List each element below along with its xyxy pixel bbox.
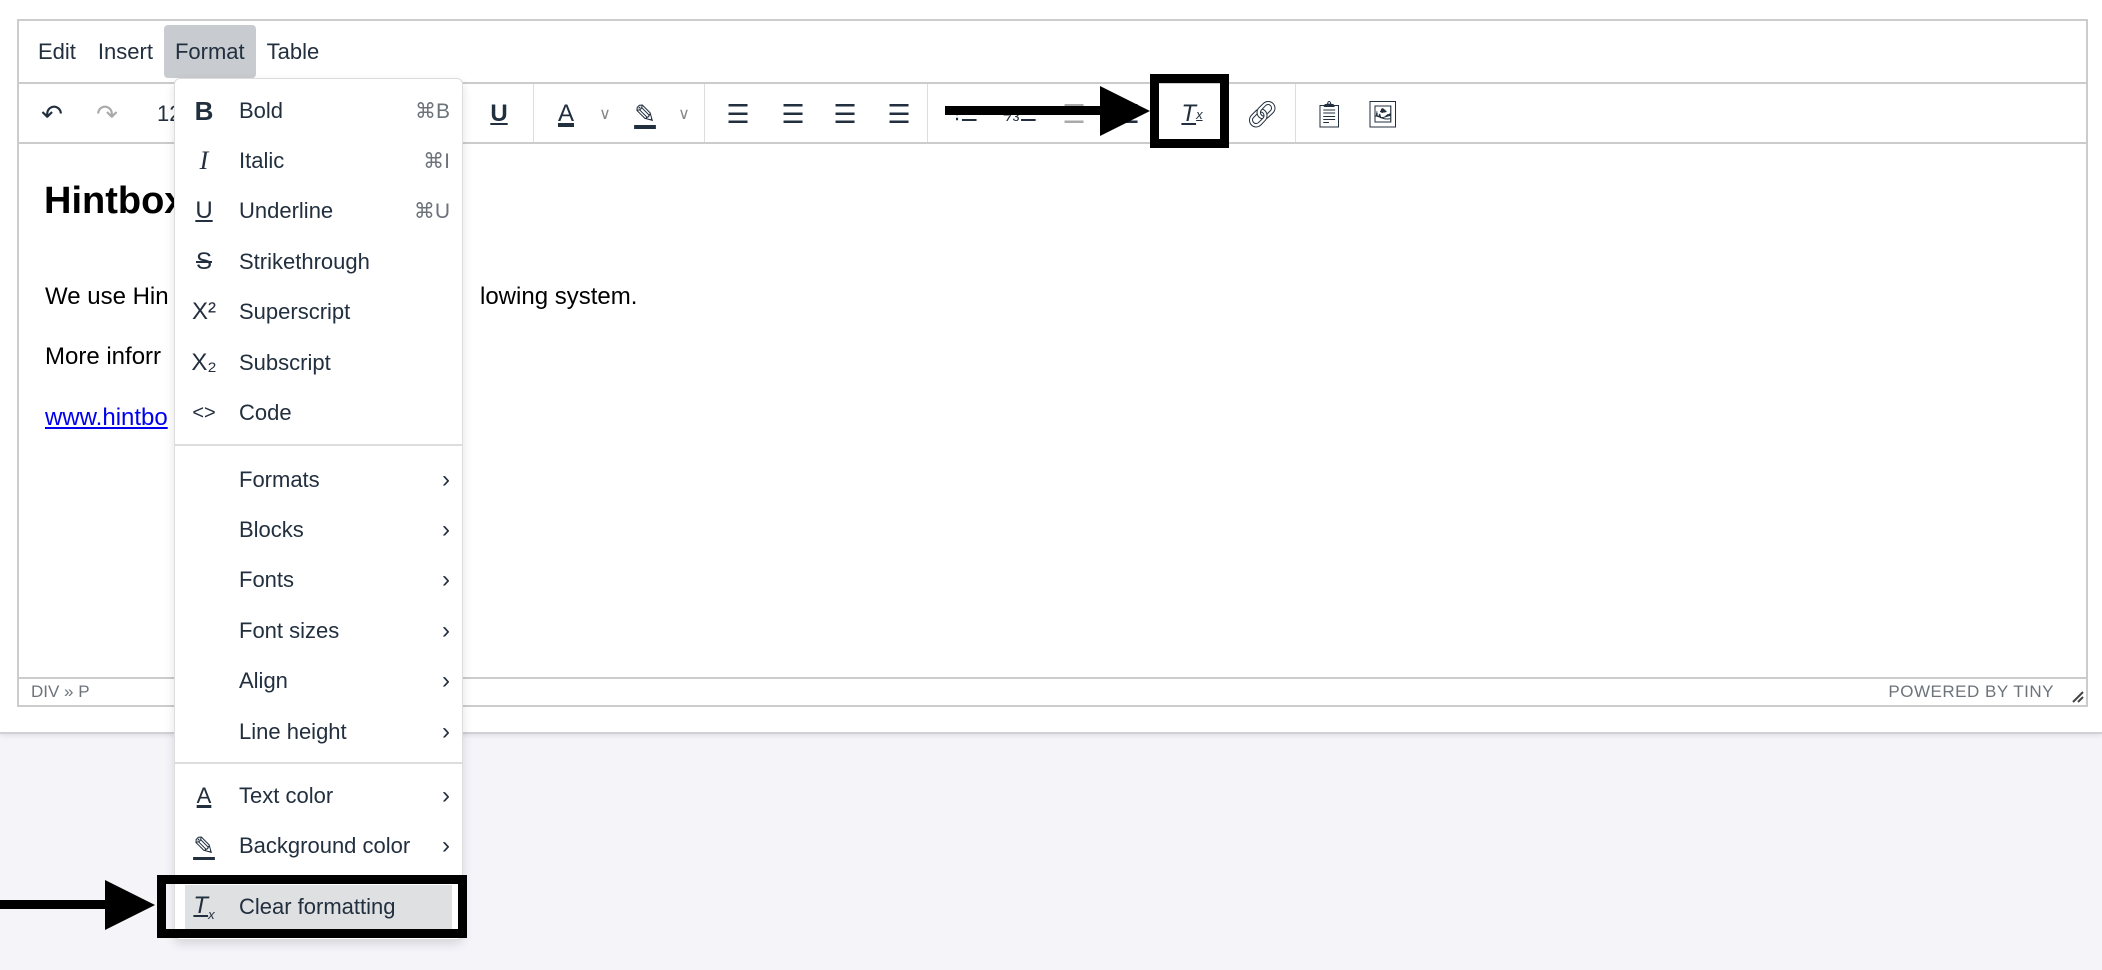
menu-item-label: Background color bbox=[239, 833, 411, 858]
paragraph-2: More inforr bbox=[45, 343, 162, 370]
chevron-right-icon: › bbox=[442, 718, 450, 745]
menu-insert[interactable]: Insert bbox=[87, 25, 164, 78]
menu-item-fonts[interactable]: Fonts › bbox=[175, 555, 462, 605]
shortcut: ⌘B bbox=[414, 99, 450, 123]
undo-icon[interactable]: ↶ bbox=[34, 96, 70, 132]
text-color-icon: A bbox=[196, 783, 212, 808]
menu-item-align[interactable]: Align › bbox=[175, 656, 462, 706]
menu-item-underline[interactable]: U Underline ⌘U bbox=[175, 186, 462, 236]
code-icon: <> bbox=[192, 401, 216, 424]
align-left-icon[interactable]: ☰ bbox=[720, 96, 756, 132]
subscript-icon: X₂ bbox=[191, 349, 217, 376]
menu-item-blocks[interactable]: Blocks › bbox=[175, 505, 462, 555]
menu-item-label: Italic bbox=[239, 148, 285, 173]
underline-icon: U bbox=[195, 197, 213, 224]
menu-item-label: Code bbox=[239, 400, 292, 425]
menu-item-label: Blocks bbox=[239, 517, 304, 542]
annotation-arrow-menu bbox=[0, 880, 155, 930]
shortcut: ⌘I bbox=[423, 149, 450, 173]
superscript-icon: X² bbox=[192, 298, 216, 325]
menu-item-label: Formats bbox=[239, 467, 320, 492]
chevron-right-icon: › bbox=[442, 617, 450, 644]
menu-item-font-sizes[interactable]: Font sizes › bbox=[175, 606, 462, 656]
text-color-icon[interactable]: A bbox=[548, 96, 584, 132]
italic-icon: I bbox=[199, 146, 209, 175]
annotation-arrow-toolbar bbox=[945, 86, 1150, 136]
redo-icon[interactable]: ↷ bbox=[89, 96, 125, 132]
website-link[interactable]: www.hintbo bbox=[45, 404, 168, 432]
paragraph-1: We use Hin bbox=[45, 283, 169, 310]
menu-format[interactable]: Format bbox=[163, 25, 256, 78]
menu-divider bbox=[175, 444, 462, 446]
image-icon[interactable]: 🖼︎ bbox=[1365, 96, 1401, 132]
link-icon[interactable]: 🔗︎ bbox=[1244, 96, 1280, 132]
menu-item-label: Underline bbox=[239, 198, 334, 223]
heading: Hintbox bbox=[44, 180, 186, 222]
menu-item-label: Strikethrough bbox=[239, 249, 370, 274]
menu-item-label: Superscript bbox=[239, 299, 351, 324]
menu-item-text-color[interactable]: A Text color › bbox=[175, 771, 462, 821]
toolbar-divider bbox=[533, 84, 534, 142]
menubar: Edit Insert Format Table bbox=[19, 21, 2086, 82]
chevron-right-icon: › bbox=[442, 667, 450, 694]
menu-edit[interactable]: Edit bbox=[27, 25, 87, 78]
menu-divider bbox=[175, 762, 462, 764]
chevron-right-icon: › bbox=[442, 782, 450, 809]
highlight-icon[interactable]: ✎ bbox=[627, 96, 663, 132]
resize-handle-icon[interactable] bbox=[2070, 689, 2084, 703]
menu-item-label: Line height bbox=[239, 719, 347, 744]
highlight-icon: ✎ bbox=[193, 830, 215, 861]
bold-icon: B bbox=[194, 95, 214, 126]
menu-item-italic[interactable]: I Italic ⌘I bbox=[175, 136, 462, 186]
annotation-box-menu bbox=[157, 875, 467, 938]
menu-item-code[interactable]: <> Code bbox=[175, 388, 462, 438]
paragraph-1-tail: lowing system. bbox=[480, 283, 638, 310]
menu-item-label: Align bbox=[239, 668, 288, 693]
menu-item-line-height[interactable]: Line height › bbox=[175, 707, 462, 757]
toolbar-divider bbox=[927, 84, 928, 142]
format-menu: B Bold ⌘B I Italic ⌘I U Underline ⌘U S Striketh… bbox=[174, 78, 463, 940]
menu-item-background-color[interactable]: ✎ Background color › bbox=[175, 821, 462, 871]
menu-item-superscript[interactable]: X² Superscript bbox=[175, 287, 462, 337]
menu-item-strikethrough[interactable]: S Strikethrough bbox=[175, 237, 462, 287]
menu-item-label: Bold bbox=[239, 98, 284, 123]
annotation-box-toolbar bbox=[1150, 74, 1229, 148]
menu-item-bold[interactable]: B Bold ⌘B bbox=[175, 86, 462, 136]
menu-item-label: Font sizes bbox=[239, 618, 340, 643]
menu-item-label: Fonts bbox=[239, 567, 295, 592]
chevron-right-icon: › bbox=[442, 516, 450, 543]
menu-item-subscript[interactable]: X₂ Subscript bbox=[175, 338, 462, 388]
toolbar-divider bbox=[704, 84, 705, 142]
chevron-right-icon: › bbox=[442, 832, 450, 859]
shortcut: ⌘U bbox=[413, 199, 450, 223]
chevron-right-icon: › bbox=[442, 466, 450, 493]
align-justify-icon[interactable]: ☰ bbox=[881, 96, 917, 132]
menu-item-label: Text color bbox=[239, 783, 334, 808]
align-right-icon[interactable]: ☰ bbox=[827, 96, 863, 132]
underline-icon[interactable]: U bbox=[481, 96, 517, 132]
element-path[interactable]: DIV » P bbox=[31, 682, 90, 702]
menu-table[interactable]: Table bbox=[256, 25, 331, 78]
chevron-down-icon[interactable]: ∨ bbox=[672, 96, 696, 132]
menu-item-formats[interactable]: Formats › bbox=[175, 455, 462, 505]
toolbar-divider bbox=[1295, 84, 1296, 142]
paste-icon[interactable]: 📋︎ bbox=[1311, 96, 1347, 132]
menu-item-label: Subscript bbox=[239, 350, 331, 375]
align-center-icon[interactable]: ☰ bbox=[775, 96, 811, 132]
chevron-right-icon: › bbox=[442, 566, 450, 593]
strikethrough-icon: S bbox=[195, 248, 212, 275]
powered-by-link[interactable]: POWERED BY TINY bbox=[1888, 682, 2054, 702]
chevron-down-icon[interactable]: ∨ bbox=[593, 96, 617, 132]
